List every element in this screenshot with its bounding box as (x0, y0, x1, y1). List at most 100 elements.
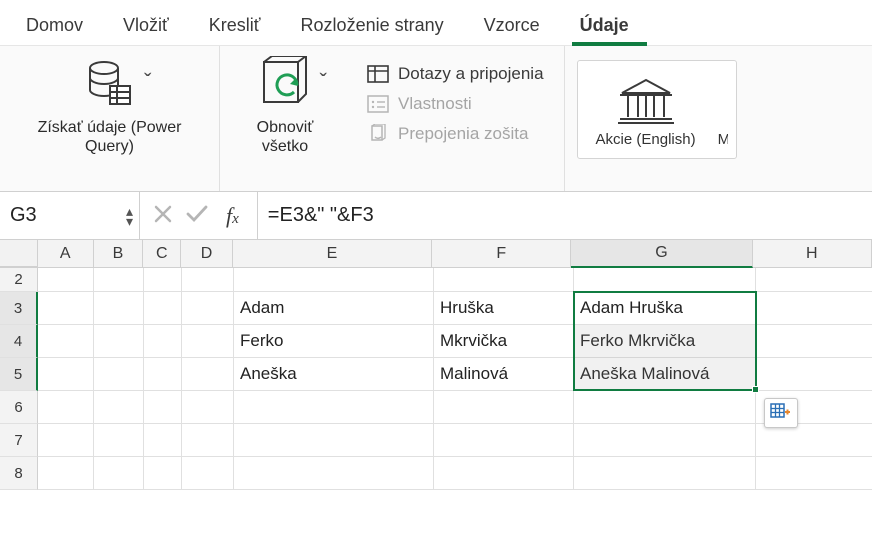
cell-C6[interactable] (144, 391, 182, 424)
col-header-D[interactable]: D (181, 240, 233, 267)
col-header-A[interactable]: A (38, 240, 94, 267)
get-data-button[interactable]: ˇ (82, 54, 138, 114)
cell-E4[interactable]: Ferko (234, 325, 434, 358)
cell-F2[interactable] (434, 268, 574, 292)
close-icon (154, 205, 172, 223)
refresh-all-label: Obnoviť všetko (232, 118, 338, 156)
cell-D5[interactable] (182, 358, 234, 391)
cell-D4[interactable] (182, 325, 234, 358)
cell-D3[interactable] (182, 292, 234, 325)
cell-F3[interactable]: Hruška (434, 292, 574, 325)
cell-G5[interactable]: Aneška Malinová (574, 358, 756, 391)
cancel-formula-button[interactable] (154, 203, 172, 229)
cell-A3[interactable] (38, 292, 94, 325)
cell-G7[interactable] (574, 424, 756, 457)
maps-data-type-button[interactable]: Me (718, 71, 728, 148)
cell-C2[interactable] (144, 268, 182, 292)
cell-G2[interactable] (574, 268, 756, 292)
row-header-5[interactable]: 5 (0, 358, 38, 391)
stocks-data-type-button[interactable]: Akcie (English) (596, 71, 696, 148)
cell-D6[interactable] (182, 391, 234, 424)
cell-G6[interactable] (574, 391, 756, 424)
col-header-B[interactable]: B (94, 240, 144, 267)
col-header-F[interactable]: F (432, 240, 571, 267)
row-header-4[interactable]: 4 (0, 325, 38, 358)
cell-G8[interactable] (574, 457, 756, 490)
cell-F5[interactable]: Malinová (434, 358, 574, 391)
cell-B4[interactable] (94, 325, 144, 358)
autofill-options-button[interactable] (764, 398, 798, 428)
cell-A5[interactable] (38, 358, 94, 391)
cell-E6[interactable] (234, 391, 434, 424)
workbook-links-button[interactable]: Prepojenia zošita (366, 124, 544, 144)
col-header-H[interactable]: H (753, 240, 872, 267)
spreadsheet-grid[interactable]: A B C D E F G H 2 3 4 5 6 7 8 (0, 240, 872, 490)
cell-G4[interactable]: Ferko Mkrvička (574, 325, 756, 358)
cell-D8[interactable] (182, 457, 234, 490)
cell-B6[interactable] (94, 391, 144, 424)
cell-F7[interactable] (434, 424, 574, 457)
cell-A2[interactable] (38, 268, 94, 292)
cell-B7[interactable] (94, 424, 144, 457)
cell-C7[interactable] (144, 424, 182, 457)
row-header-8[interactable]: 8 (0, 457, 38, 490)
col-header-G[interactable]: G (571, 240, 752, 268)
cell-H5[interactable] (756, 358, 872, 391)
cell-B3[interactable] (94, 292, 144, 325)
cell-A7[interactable] (38, 424, 94, 457)
tab-draw[interactable]: Kresliť (191, 9, 279, 45)
accept-formula-button[interactable] (186, 203, 208, 229)
cell-F8[interactable] (434, 457, 574, 490)
tab-formulas[interactable]: Vzorce (466, 9, 558, 45)
row-header-2[interactable]: 2 (0, 268, 38, 292)
cell-D2[interactable] (182, 268, 234, 292)
insert-function-button[interactable]: fx (222, 203, 247, 229)
select-all-corner[interactable] (0, 240, 38, 267)
formula-text: =E3&" "&F3 (268, 204, 374, 227)
cell-C5[interactable] (144, 358, 182, 391)
cell-G3[interactable]: Adam Hruška (574, 292, 756, 325)
cell-C8[interactable] (144, 457, 182, 490)
formula-input[interactable]: =E3&" "&F3 (258, 204, 872, 227)
cell-B5[interactable] (94, 358, 144, 391)
cell-B2[interactable] (94, 268, 144, 292)
name-box[interactable]: G3 ▴ ▾ (0, 192, 140, 239)
autofill-options-icon (770, 403, 792, 423)
cell-H7[interactable] (756, 424, 872, 457)
cell-H2[interactable] (756, 268, 872, 292)
cell-H8[interactable] (756, 457, 872, 490)
cell-E3[interactable]: Adam (234, 292, 434, 325)
col-header-E[interactable]: E (233, 240, 432, 267)
cell-F4[interactable]: Mkrvička (434, 325, 574, 358)
cell-H4[interactable] (756, 325, 872, 358)
cell-A8[interactable] (38, 457, 94, 490)
col-header-C[interactable]: C (143, 240, 181, 267)
queries-connections-button[interactable]: Dotazy a pripojenia (366, 64, 544, 84)
row-header-6[interactable]: 6 (0, 391, 38, 424)
row-header-7[interactable]: 7 (0, 424, 38, 457)
tab-page-layout[interactable]: Rozloženie strany (283, 9, 462, 45)
maps-label: Me (718, 131, 728, 148)
cell-B8[interactable] (94, 457, 144, 490)
cell-E5[interactable]: Aneška (234, 358, 434, 391)
refresh-all-button[interactable]: ˇ (257, 54, 313, 114)
cell-E8[interactable] (234, 457, 434, 490)
row-header-3[interactable]: 3 (0, 292, 38, 325)
name-box-stepper[interactable]: ▴ ▾ (126, 206, 133, 226)
cell-C3[interactable] (144, 292, 182, 325)
cell-F6[interactable] (434, 391, 574, 424)
cell-A6[interactable] (38, 391, 94, 424)
tab-data[interactable]: Údaje (562, 9, 647, 45)
cell-D7[interactable] (182, 424, 234, 457)
formula-bar: G3 ▴ ▾ fx =E3&" "&F3 (0, 192, 872, 240)
cell-E2[interactable] (234, 268, 434, 292)
cell-A4[interactable] (38, 325, 94, 358)
cell-H3[interactable] (756, 292, 872, 325)
tab-insert[interactable]: Vložiť (105, 9, 187, 45)
properties-button[interactable]: Vlastnosti (366, 94, 544, 114)
queries-icon (366, 64, 390, 84)
tab-home[interactable]: Domov (8, 9, 101, 45)
cell-C4[interactable] (144, 325, 182, 358)
cell-E7[interactable] (234, 424, 434, 457)
ribbon: ˇ Získať údaje (Power Query) ˇ Obnoviť v… (0, 46, 872, 192)
